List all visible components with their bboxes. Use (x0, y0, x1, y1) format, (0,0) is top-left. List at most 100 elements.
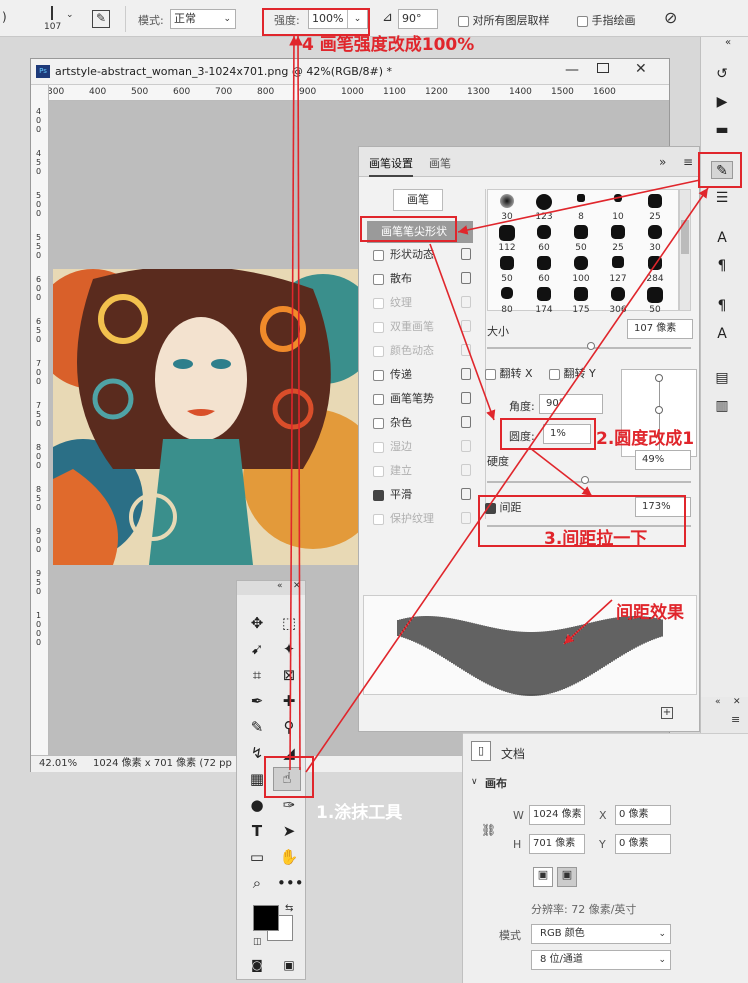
character-styles-icon[interactable]: A (711, 325, 733, 343)
brush-option-6[interactable]: 画笔笔势 (373, 388, 471, 410)
brush-tip-cell[interactable]: 127 (601, 254, 635, 284)
expand-chevron-icon[interactable]: » (659, 155, 666, 169)
size-input[interactable]: 107 像素 (627, 319, 693, 339)
play-action-icon[interactable]: ▶ (711, 93, 733, 111)
brush-tip-cell[interactable]: 30 (490, 192, 524, 222)
brush-option-checkbox[interactable] (373, 321, 384, 333)
brush-tip-cell[interactable]: 174 (527, 285, 561, 315)
pressure-icon[interactable]: ⊘ (664, 8, 677, 27)
lasso-tool-icon[interactable]: ➹ (245, 639, 269, 659)
maximize-icon[interactable] (597, 63, 609, 73)
brush-tip-cell[interactable]: 284 (638, 254, 672, 284)
new-brush-icon[interactable]: + (661, 707, 673, 719)
brush-tip-cell[interactable]: 80 (490, 285, 524, 315)
stamp-tool-icon[interactable]: ⚲ (277, 717, 301, 737)
brush-preset-picker[interactable]: 107 ⌄ (36, 4, 76, 34)
swap-colors-icon[interactable]: ⇆ (285, 903, 293, 914)
chevron-down-icon[interactable]: ∨ (471, 777, 478, 787)
paragraph-styles-icon[interactable]: ¶ (711, 297, 733, 315)
path-select-icon[interactable]: ➤ (277, 821, 301, 841)
brush-option-5[interactable]: 传递 (373, 364, 471, 386)
lock-icon[interactable] (461, 344, 471, 356)
brush-option-checkbox[interactable] (373, 489, 384, 501)
close-icon[interactable]: ✕ (733, 697, 741, 707)
lock-icon[interactable] (461, 440, 471, 452)
panel-menu-icon[interactable]: ≡ (683, 155, 693, 169)
marquee-tool-icon[interactable]: ⬚ (277, 613, 301, 633)
menu-chevron-icon[interactable]: ) (2, 10, 7, 24)
lock-icon[interactable] (461, 296, 471, 308)
lock-icon[interactable] (461, 392, 471, 404)
brush-tip-cell[interactable]: 50 (564, 223, 598, 253)
brush-option-2[interactable]: 纹理 (373, 292, 471, 314)
foreground-color-swatch[interactable] (253, 905, 279, 931)
healing-brush-icon[interactable]: ✚ (277, 691, 301, 711)
brush-tip-cell[interactable]: 306 (601, 285, 635, 315)
collapse-chevron-icon[interactable]: « (725, 37, 731, 48)
eyedropper-icon[interactable]: ✒ (245, 691, 269, 711)
brush-option-checkbox[interactable] (373, 393, 384, 405)
lock-icon[interactable] (461, 368, 471, 380)
brush-tip-cell[interactable]: 100 (564, 254, 598, 284)
magic-wand-icon[interactable]: ✦ (277, 639, 301, 659)
brush-presets-icon[interactable]: ☰ (711, 189, 733, 207)
hardness-slider[interactable] (487, 481, 691, 483)
move-tool-icon[interactable]: ✥ (245, 613, 269, 633)
flip-y-checkbox[interactable]: 翻转 Y (549, 365, 596, 381)
brush-tip-cell[interactable]: 25 (601, 223, 635, 253)
brush-settings-toggle-icon[interactable]: ✎ (92, 10, 110, 28)
history-icon[interactable]: ↺ (711, 65, 733, 83)
brush-option-1[interactable]: 散布 (373, 268, 471, 290)
mode-select[interactable]: 正常 ⌄ (170, 9, 236, 29)
brush-option-checkbox[interactable] (373, 345, 384, 357)
character-icon[interactable]: A (711, 229, 733, 247)
quick-mask-icon[interactable]: ◙ (245, 955, 269, 975)
lock-icon[interactable] (461, 512, 471, 524)
lock-icon[interactable] (461, 488, 471, 500)
brush-option-checkbox[interactable] (373, 513, 384, 525)
panel-menu-icon[interactable]: ≡ (731, 713, 740, 726)
brush-tip-cell[interactable]: 60 (527, 223, 561, 253)
notes-icon[interactable]: ▥ (711, 397, 733, 415)
brush-option-8[interactable]: 湿边 (373, 436, 471, 458)
height-input[interactable]: 701 像素 (529, 834, 585, 854)
brush-option-11[interactable]: 保护纹理 (373, 508, 471, 530)
bit-depth-select[interactable]: 8 位/通道 ⌄ (531, 950, 671, 970)
type-tool-icon[interactable]: T (245, 821, 269, 841)
tab-brush-settings[interactable]: 画笔设置 (369, 155, 413, 177)
close-icon[interactable]: ✕ (635, 61, 647, 77)
brush-option-checkbox[interactable] (373, 273, 384, 285)
brush-tip-cell[interactable]: 50 (490, 254, 524, 284)
orientation-landscape-icon[interactable]: ▣ (557, 867, 577, 887)
brush-option-0[interactable]: 形状动态 (373, 244, 471, 266)
close-icon[interactable]: ✕ (293, 581, 301, 591)
artwork-canvas[interactable] (53, 269, 359, 565)
brush-tip-cell[interactable]: 175 (564, 285, 598, 315)
lock-icon[interactable] (461, 320, 471, 332)
brush-option-checkbox[interactable] (373, 297, 384, 309)
tip-grid-scrollbar[interactable] (679, 189, 691, 311)
brush-option-checkbox[interactable] (373, 417, 384, 429)
minimize-icon[interactable]: — (565, 62, 579, 78)
finger-painting-checkbox[interactable]: 手指绘画 (577, 12, 636, 28)
rectangle-tool-icon[interactable]: ▭ (245, 847, 269, 867)
x-input[interactable]: 0 像素 (615, 805, 671, 825)
brushes-button[interactable]: 画笔 (393, 189, 443, 211)
brush-tip-cell[interactable]: 112 (490, 223, 524, 253)
paragraph-icon[interactable]: ¶ (711, 257, 733, 275)
brush-option-9[interactable]: 建立 (373, 460, 471, 482)
screen-mode-icon[interactable]: ▣ (277, 955, 301, 975)
brush-tip-cell[interactable]: 8 (564, 192, 598, 222)
brush-tip-cell[interactable]: 10 (601, 192, 635, 222)
brush-option-checkbox[interactable] (373, 441, 384, 453)
brush-option-checkbox[interactable] (373, 249, 384, 261)
lock-icon[interactable] (461, 464, 471, 476)
zoom-readout[interactable]: 42.01% (39, 756, 77, 772)
y-input[interactable]: 0 像素 (615, 834, 671, 854)
angle-input[interactable]: 90° (539, 394, 603, 414)
brush-tip-cell[interactable]: 123 (527, 192, 561, 222)
angle-input[interactable]: 90° (398, 9, 438, 29)
width-input[interactable]: 1024 像素 (529, 805, 585, 825)
flip-x-checkbox[interactable]: 翻转 X (485, 365, 533, 381)
link-icon[interactable]: ⛓ (481, 823, 496, 837)
